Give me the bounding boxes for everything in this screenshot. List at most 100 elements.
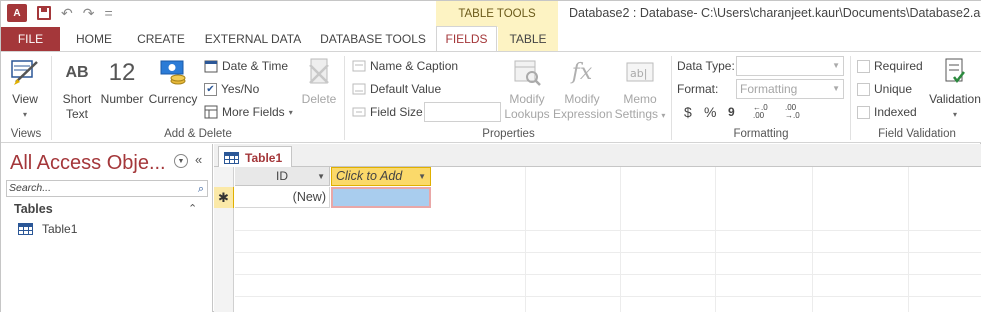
percent-format-button[interactable]: % <box>704 102 716 122</box>
currency-format-button[interactable]: $ <box>684 102 692 122</box>
memo-settings-label-2: Settings ▾ <box>614 107 666 121</box>
modify-lookups-icon <box>511 56 543 88</box>
name-caption-label: Name & Caption <box>370 59 459 73</box>
required-checkbox[interactable]: Required <box>857 56 923 76</box>
redo-icon[interactable]: ↷ <box>83 4 95 22</box>
memo-settings-label-1: Memo <box>623 92 657 106</box>
column-header-id[interactable]: ID ▼ <box>235 167 330 186</box>
currency-button[interactable]: Currency <box>147 56 199 107</box>
default-value-icon <box>352 82 366 96</box>
date-time-label: Date & Time <box>222 59 289 73</box>
column-header-click-to-add[interactable]: Click to Add ▼ <box>331 167 431 186</box>
new-record-selector[interactable]: ✱ <box>214 187 234 208</box>
memo-settings-button[interactable]: ab| Memo Settings ▾ <box>613 56 667 123</box>
column-menu-arrow-icon[interactable]: ▼ <box>317 167 325 186</box>
increase-decimals-button[interactable]: ←.0 .00 <box>753 102 768 122</box>
group-separator <box>850 56 851 140</box>
more-fields-button[interactable]: More Fields ▾ <box>204 102 293 122</box>
format-select[interactable]: Formatting ▼ <box>736 79 844 99</box>
modify-lookups-label-2: Lookups <box>504 107 550 121</box>
nav-item-table1[interactable]: Table1 <box>18 222 77 236</box>
navigation-pane: All Access Obje... ▼ « Search... ⌕ Table… <box>1 144 213 312</box>
quick-access-toolbar: A ↶ ↷ = <box>7 4 113 22</box>
currency-icon <box>157 56 189 88</box>
view-button[interactable]: View ▾ <box>5 56 45 122</box>
field-size-label: Field Size <box>370 105 423 119</box>
tab-database-tools[interactable]: DATABASE TOOLS <box>313 27 433 51</box>
nav-menu-chevron-icon[interactable]: ▼ <box>174 154 188 168</box>
default-value-label: Default Value <box>370 82 442 96</box>
more-fields-label: More Fields <box>222 105 285 119</box>
group-separator <box>51 56 52 140</box>
checkbox-icon: ✔ <box>204 82 217 96</box>
number-label: Number <box>100 92 144 106</box>
ribbon-tabs: FILE HOME CREATE EXTERNAL DATA DATABASE … <box>1 26 981 52</box>
grid-column-divider <box>715 167 716 312</box>
tab-file[interactable]: FILE <box>1 27 60 51</box>
number-button[interactable]: 12 Number <box>98 56 146 107</box>
field-size-input[interactable] <box>424 102 501 122</box>
tab-external-data[interactable]: EXTERNAL DATA <box>197 27 309 51</box>
tab-create[interactable]: CREATE <box>129 27 193 51</box>
grid-column-divider <box>812 167 813 312</box>
tab-fields[interactable]: FIELDS <box>436 26 497 52</box>
nav-item-label: Table1 <box>42 222 78 236</box>
nav-search-placeholder: Search... <box>9 182 52 194</box>
group-separator <box>344 56 345 140</box>
decrease-decimals-button[interactable]: .00 →.0 <box>785 102 800 122</box>
unique-checkbox[interactable]: Unique <box>857 79 912 99</box>
document-tab-table1[interactable]: Table1 <box>218 146 292 168</box>
svg-text:ab|: ab| <box>630 67 647 80</box>
default-value-button[interactable]: Default Value <box>352 79 441 99</box>
group-formatting-label: Formatting <box>733 128 789 140</box>
selected-new-field-cell[interactable] <box>331 187 431 208</box>
grid-column-divider <box>525 167 526 312</box>
date-time-button[interactable]: Date & Time <box>204 56 288 76</box>
table-icon <box>224 151 239 164</box>
modify-lookups-label-1: Modify <box>509 92 545 106</box>
click-to-add-dropdown-icon[interactable]: ▼ <box>418 168 426 185</box>
validation-icon <box>939 56 971 88</box>
grid-row-divider <box>235 296 981 297</box>
number-icon: 12 <box>108 58 136 86</box>
yes-no-button[interactable]: ✔ Yes/No <box>204 79 259 99</box>
indexed-label: Indexed <box>874 105 917 119</box>
name-caption-button[interactable]: Name & Caption <box>352 56 458 76</box>
save-icon[interactable] <box>37 6 51 20</box>
customize-qat-icon[interactable]: = <box>104 4 112 22</box>
shutter-bar-collapse-icon[interactable]: « <box>195 152 202 167</box>
required-label: Required <box>874 59 923 73</box>
view-dropdown-arrow: ▾ <box>22 110 27 119</box>
validation-button[interactable]: Validation ▾ <box>929 56 981 122</box>
delete-field-button[interactable]: Delete <box>299 56 339 107</box>
yes-no-label: Yes/No <box>221 82 260 96</box>
title-bar: A ↶ ↷ = TABLE TOOLS Database2 : Database… <box>1 1 981 27</box>
access-app-icon[interactable]: A <box>7 4 27 22</box>
datasheet-grid[interactable]: ID ▼ Click to Add ▼ ✱ (New) <box>214 167 981 312</box>
undo-icon[interactable]: ↶ <box>61 4 73 22</box>
indexed-checkbox[interactable]: Indexed <box>857 102 917 122</box>
section-collapse-icon[interactable]: ⌃ <box>188 202 197 215</box>
grid-row-divider <box>235 274 981 275</box>
unique-checkbox-box <box>857 82 870 96</box>
grid-column-divider <box>908 167 909 312</box>
short-text-button[interactable]: AB Short Text <box>57 56 97 122</box>
tab-home[interactable]: HOME <box>63 27 125 51</box>
nav-section-tables[interactable]: Tables <box>14 202 53 216</box>
format-label: Format: <box>677 82 719 96</box>
group-properties-label: Properties <box>482 128 535 140</box>
group-field-validation-label: Field Validation <box>878 128 956 140</box>
search-icon[interactable]: ⌕ <box>198 182 204 197</box>
modify-expression-label-1: Modify <box>564 92 600 106</box>
nav-search-input[interactable]: Search... ⌕ <box>6 180 208 197</box>
data-type-select[interactable]: ▼ <box>736 56 844 76</box>
fx-icon: fx <box>571 59 593 85</box>
modify-lookups-button[interactable]: Modify Lookups <box>503 56 551 122</box>
modify-expression-button[interactable]: fx Modify Expression <box>553 56 612 122</box>
tab-table[interactable]: TABLE <box>498 27 558 51</box>
new-record-id-cell[interactable]: (New) <box>235 187 330 208</box>
validation-label: Validation <box>929 92 981 106</box>
short-text-icon: AB <box>65 63 89 81</box>
comma-format-button[interactable]: 9 <box>728 102 735 122</box>
nav-pane-title[interactable]: All Access Obje... <box>10 152 166 175</box>
